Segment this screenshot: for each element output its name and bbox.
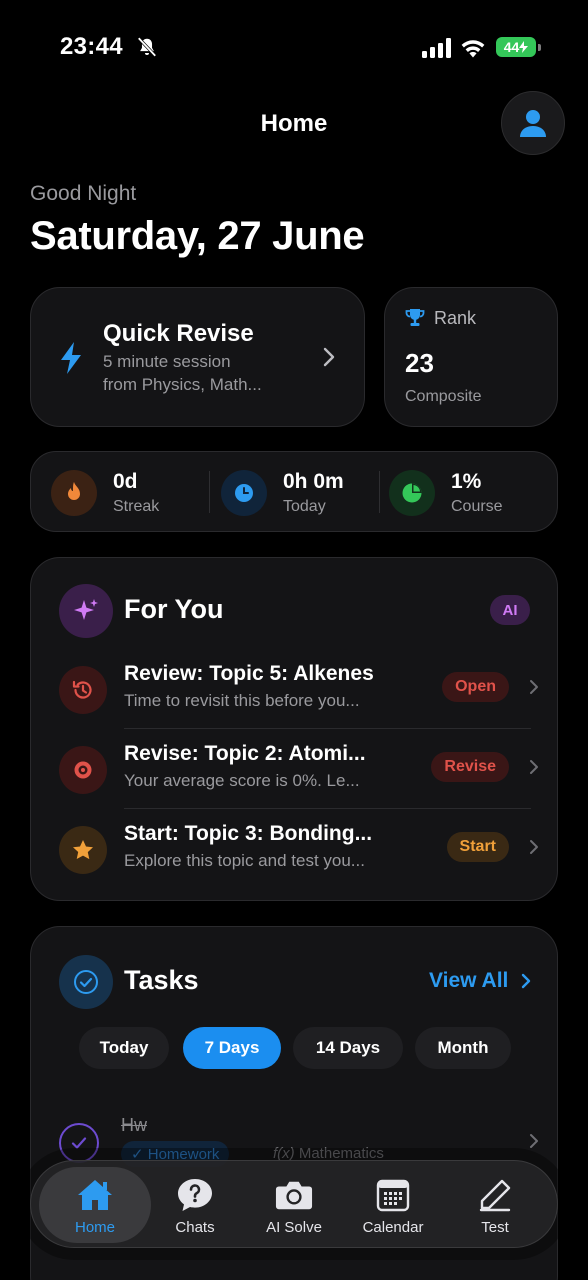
current-date: Saturday, 27 June	[30, 214, 365, 258]
chevron-right-icon	[323, 347, 335, 367]
tab-ai-solve[interactable]: AI Solve	[238, 1167, 350, 1243]
checkmark-circle-icon	[59, 955, 113, 1009]
open-button[interactable]: Open	[442, 672, 509, 702]
wifi-icon	[461, 40, 485, 58]
target-icon	[59, 746, 107, 794]
ai-badge: AI	[490, 595, 530, 625]
tab-bar: Home Chats AI Solve Calendar Test	[30, 1160, 558, 1248]
for-you-title: For You	[124, 594, 224, 624]
recommendation-subtitle: Your average score is 0%. Le...	[124, 771, 360, 790]
page-title: Home	[260, 110, 328, 137]
recommendation-title: Revise: Topic 2: Atomi...	[124, 742, 366, 765]
status-bar: 23:44 44	[0, 0, 588, 96]
revise-button[interactable]: Revise	[431, 752, 509, 782]
flame-icon	[51, 470, 97, 516]
recommendation-subtitle: Explore this topic and test you...	[124, 851, 365, 870]
recommendation-item[interactable]: Review: Topic 5: Alkenes Time to revisit…	[59, 656, 539, 734]
filter-month[interactable]: Month	[415, 1027, 511, 1069]
recommendation-title: Review: Topic 5: Alkenes	[124, 662, 374, 685]
chevron-right-icon	[530, 760, 538, 774]
task-name: Hw	[121, 1115, 147, 1135]
calendar-icon	[374, 1177, 412, 1213]
divider	[124, 728, 531, 729]
tab-test[interactable]: Test	[439, 1167, 551, 1243]
stat-label: Today	[283, 498, 326, 515]
quick-revise-title: Quick Revise	[103, 320, 254, 347]
filter-7-days[interactable]: 7 Days	[183, 1027, 281, 1069]
stat-label: Streak	[113, 498, 160, 515]
rank-label: Rank	[434, 308, 477, 328]
chevron-right-icon	[530, 840, 538, 854]
clock-icon	[221, 470, 267, 516]
stat-label: Course	[451, 498, 503, 515]
rank-value: 23	[405, 348, 434, 378]
stats-strip: 0d Streak 0h 0m Today 1% Course	[30, 451, 558, 532]
quick-revise-card[interactable]: Quick Revise 5 minute session from Physi…	[30, 287, 365, 427]
recommendation-item[interactable]: Revise: Topic 2: Atomi... Your average s…	[59, 736, 539, 814]
help-bubble-icon	[176, 1177, 214, 1213]
person-icon	[520, 110, 546, 137]
tab-label: Chats	[175, 1219, 215, 1236]
chevron-right-icon	[530, 1134, 538, 1148]
for-you-card: For You AI Review: Topic 5: Alkenes Time…	[30, 557, 558, 901]
recommendation-item[interactable]: Start: Topic 3: Bonding... Explore this …	[59, 816, 539, 894]
sparkles-icon	[59, 584, 113, 638]
divider	[124, 808, 531, 809]
stat-course: 1% Course	[389, 468, 539, 516]
battery-level: 44	[503, 39, 520, 55]
charging-icon	[519, 41, 529, 53]
home-icon	[76, 1177, 114, 1213]
divider	[209, 471, 210, 513]
chevron-right-icon	[521, 973, 531, 989]
lightning-bolt-icon	[61, 342, 81, 374]
divider	[379, 471, 380, 513]
tab-label: AI Solve	[266, 1219, 322, 1236]
tab-calendar[interactable]: Calendar	[337, 1167, 449, 1243]
rank-card[interactable]: Rank 23 Composite	[384, 287, 558, 427]
profile-button[interactable]	[501, 91, 565, 155]
camera-icon	[275, 1177, 313, 1213]
pencil-icon	[476, 1177, 514, 1213]
view-all-link[interactable]: View All	[429, 969, 508, 993]
status-time: 23:44	[60, 33, 123, 60]
recommendation-subtitle: Time to revisit this before you...	[124, 691, 360, 710]
recommendation-title: Start: Topic 3: Bonding...	[124, 822, 373, 845]
tab-chats[interactable]: Chats	[139, 1167, 251, 1243]
filter-today[interactable]: Today	[79, 1027, 169, 1069]
chevron-right-icon	[530, 680, 538, 694]
history-icon	[59, 666, 107, 714]
stat-streak: 0d Streak	[51, 468, 201, 516]
start-button[interactable]: Start	[446, 832, 509, 862]
tab-label: Calendar	[362, 1219, 424, 1236]
tab-home[interactable]: Home	[39, 1167, 151, 1243]
bell-muted-icon	[137, 37, 157, 57]
filter-14-days[interactable]: 14 Days	[293, 1027, 403, 1069]
trophy-icon	[405, 309, 425, 326]
stat-today: 0h 0m Today	[221, 468, 371, 516]
stat-value: 0d	[113, 470, 138, 493]
task-complete-checkbox[interactable]	[59, 1123, 99, 1163]
tab-label: Home	[74, 1219, 115, 1236]
rank-type: Composite	[405, 388, 482, 405]
cellular-signal-icon	[422, 38, 451, 58]
battery-indicator: 44	[496, 37, 541, 57]
pie-chart-icon	[389, 470, 435, 516]
star-icon	[59, 826, 107, 874]
stat-value: 0h 0m	[283, 470, 344, 493]
tab-label: Test	[481, 1219, 509, 1236]
stat-value: 1%	[451, 470, 482, 493]
quick-revise-subjects: from Physics, Math...	[103, 375, 262, 394]
greeting: Good Night	[30, 182, 137, 205]
quick-revise-subtitle: 5 minute session	[103, 352, 231, 371]
tasks-title: Tasks	[124, 965, 199, 995]
checkmark-icon	[71, 1137, 87, 1149]
